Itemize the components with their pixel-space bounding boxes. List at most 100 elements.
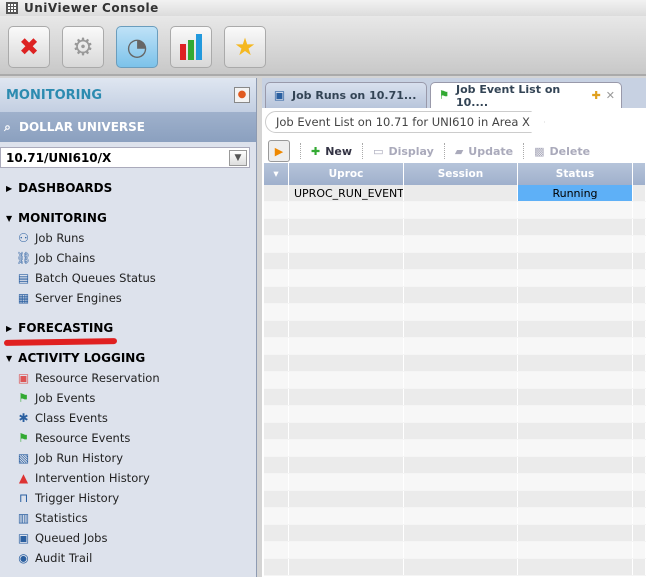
empty-row: [264, 321, 646, 338]
triangle-right-icon: ▶: [6, 183, 13, 193]
statistics-icon: ▥: [17, 510, 30, 525]
cell-uproc: UPROC_RUN_EVENT: [289, 185, 404, 201]
sidebar-item-resource-events[interactable]: ⚑ Resource Events: [0, 428, 256, 448]
eye-icon: ◉: [18, 550, 29, 565]
gauge-icon: ◔: [126, 33, 148, 61]
empty-row: [264, 406, 646, 423]
sidebar-item-queued-jobs[interactable]: ▣ Queued Jobs: [0, 528, 256, 548]
calendar-icon: ▣: [17, 370, 30, 385]
empty-row: [264, 525, 646, 542]
tools-icon: ✖: [18, 33, 40, 61]
sidebar-item-job-runs[interactable]: ⚇ Job Runs: [0, 228, 256, 248]
tools-button[interactable]: ✖: [8, 26, 50, 68]
column-header-more[interactable]: [633, 163, 646, 185]
job-events-icon: ⚑: [438, 88, 450, 102]
tab-bar: ▣ Job Runs on 10.71... ⚑ Job Event List on…: [262, 78, 646, 109]
main-toolbar: ✖ ⚙ ◔ ★: [0, 16, 646, 76]
favorite-add-icon[interactable]: ✚: [592, 89, 601, 102]
trigger-icon: ⊓: [18, 490, 29, 505]
empty-row: [264, 559, 646, 576]
settings-button[interactable]: ⚙: [62, 26, 104, 68]
cell-status: Running: [518, 185, 633, 201]
delete-button[interactable]: ▩ Delete: [534, 145, 590, 158]
empty-row: [264, 253, 646, 270]
sidebar-header: MONITORING ●: [0, 78, 256, 112]
pin-button[interactable]: ●: [234, 87, 250, 103]
cell-session: [404, 185, 518, 201]
queued-jobs-icon: ▣: [17, 530, 30, 545]
resource-events-icon: ⚑: [18, 430, 29, 445]
delete-icon: ▩: [534, 144, 545, 158]
column-header-session[interactable]: Session: [404, 163, 518, 185]
sidebar-item-job-events[interactable]: ⚑ Job Events: [0, 388, 256, 408]
empty-row: [264, 491, 646, 508]
section-activity-logging[interactable]: ▼ ACTIVITY LOGGING: [0, 348, 256, 368]
section-forecasting[interactable]: ▶ FORECASTING: [0, 318, 256, 338]
column-header-uproc[interactable]: Uproc: [289, 163, 404, 185]
new-button[interactable]: ✚ New: [311, 145, 352, 158]
monitoring-button[interactable]: ◔: [116, 26, 158, 68]
node-select-value: 10.71/UNI610/X: [6, 150, 112, 165]
app-grid-icon: [6, 2, 18, 14]
job-events-icon: ⚑: [18, 390, 29, 405]
sidebar-item-class-events[interactable]: ✱ Class Events: [0, 408, 256, 428]
node-label: DOLLAR UNIVERSE: [19, 120, 145, 134]
node-select[interactable]: 10.71/UNI610/X ▼: [0, 147, 250, 168]
tab-job-event-list[interactable]: ⚑ Job Event List on 10.... ✚ ✕: [430, 82, 622, 109]
empty-row: [264, 219, 646, 236]
empty-row: [264, 440, 646, 457]
section-monitoring[interactable]: ▼ MONITORING: [0, 208, 256, 228]
update-button[interactable]: ▰ Update: [455, 145, 513, 158]
run-toggle-button[interactable]: ▶: [268, 140, 290, 162]
star-icon: ★: [234, 33, 256, 61]
main-panel: ▣ Job Runs on 10.71... ⚑ Job Event List on…: [262, 78, 646, 577]
sidebar-item-batch-queues-status[interactable]: ▤ Batch Queues Status: [0, 268, 256, 288]
sidebar-item-resource-reservation[interactable]: ▣ Resource Reservation: [0, 368, 256, 388]
sidebar-item-statistics[interactable]: ▥ Statistics: [0, 508, 256, 528]
divider: [300, 143, 301, 159]
job-runs-icon: ⚇: [18, 230, 29, 245]
divider: [523, 143, 525, 159]
server-engine-icon: ▦: [17, 290, 30, 305]
document-history-icon: ▧: [17, 450, 30, 465]
empty-row: [264, 508, 646, 525]
sidebar-item-server-engines[interactable]: ▦ Server Engines: [0, 288, 256, 308]
empty-row: [264, 423, 646, 440]
class-events-icon: ✱: [18, 410, 29, 425]
close-icon[interactable]: ✕: [606, 89, 615, 102]
table-header: ▾ Uproc Session Status: [264, 163, 646, 185]
settings-gear-icon: ⚙: [72, 33, 94, 61]
sidebar-item-audit-trail[interactable]: ◉ Audit Trail: [0, 548, 256, 568]
display-button[interactable]: ▭ Display: [373, 145, 434, 158]
empty-row: [264, 202, 646, 219]
breadcrumb: Job Event List on 10.71 for UNI610 in Ar…: [265, 111, 545, 133]
divider: [443, 143, 445, 159]
triangle-down-icon: ▼: [6, 213, 13, 223]
sidebar-item-intervention-history[interactable]: ▲ Intervention History: [0, 468, 256, 488]
empty-row: [264, 372, 646, 389]
column-chooser-icon[interactable]: ▾: [264, 163, 289, 185]
tab-job-runs[interactable]: ▣ Job Runs on 10.71...: [265, 82, 427, 108]
sidebar-item-job-chains[interactable]: ⛓ Job Chains: [0, 248, 256, 268]
section-dashboards[interactable]: ▶ DASHBOARDS: [0, 178, 256, 198]
cone-icon: ▲: [18, 470, 29, 485]
sidebar-item-trigger-history[interactable]: ⊓ Trigger History: [0, 488, 256, 508]
node-header: ⌕ DOLLAR UNIVERSE: [0, 112, 256, 142]
empty-row: [264, 338, 646, 355]
sidebar-item-job-run-history[interactable]: ▧ Job Run History: [0, 448, 256, 468]
reports-button[interactable]: [170, 26, 212, 68]
server-search-icon: ⌕: [4, 119, 11, 134]
table-row[interactable]: UPROC_RUN_EVENT Running: [264, 185, 646, 202]
job-runs-icon: ▣: [273, 88, 286, 102]
sidebar-title: MONITORING: [6, 87, 103, 103]
action-toolbar: ▶ ✚ New ▭ Display ▰ Update ▩ Delete: [262, 137, 646, 165]
empty-row: [264, 287, 646, 304]
empty-row: [264, 270, 646, 287]
chevron-down-icon[interactable]: ▼: [229, 149, 247, 166]
table-body: UPROC_RUN_EVENT Running: [264, 185, 646, 576]
column-header-status[interactable]: Status: [518, 163, 633, 185]
job-chains-icon: ⛓: [16, 250, 32, 265]
favorites-button[interactable]: ★: [224, 26, 266, 68]
empty-row: [264, 474, 646, 491]
title-bar: UniViewer Console: [0, 0, 646, 16]
